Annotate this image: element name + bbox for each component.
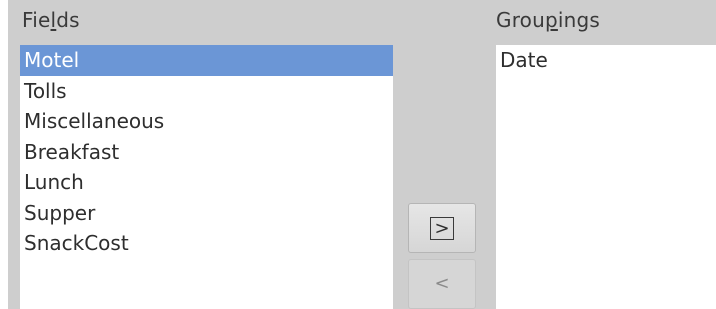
- remove-button-label: <: [434, 273, 450, 294]
- groupings-list-item[interactable]: Date: [496, 45, 716, 76]
- fields-list-item[interactable]: Tolls: [20, 76, 393, 107]
- fields-listbox[interactable]: Motel Tolls Miscellaneous Breakfast Lunc…: [20, 45, 393, 309]
- groupings-label: Groupings: [496, 8, 600, 32]
- fields-label-prefix: Fie: [22, 8, 51, 32]
- fields-list-item[interactable]: Miscellaneous: [20, 106, 393, 137]
- remove-from-groupings-button[interactable]: <: [408, 259, 476, 309]
- groupings-listbox[interactable]: Date: [496, 45, 716, 309]
- groupings-label-prefix: Grou: [496, 8, 545, 32]
- fields-list-item[interactable]: Supper: [20, 198, 393, 229]
- fields-list-item[interactable]: SnackCost: [20, 228, 393, 259]
- fields-list-item[interactable]: Breakfast: [20, 137, 393, 168]
- add-button-label: >: [430, 216, 454, 240]
- fields-list-item[interactable]: Lunch: [20, 167, 393, 198]
- fields-label: Fields: [22, 8, 80, 32]
- fields-label-suffix: ds: [56, 8, 80, 32]
- groupings-label-mnemonic: p: [545, 8, 558, 32]
- fields-list-item[interactable]: Motel: [20, 45, 393, 76]
- dialog-panel: Fields Groupings Motel Tolls Miscellaneo…: [8, 0, 716, 309]
- add-to-groupings-button[interactable]: >: [408, 203, 476, 253]
- groupings-label-suffix: ings: [557, 8, 601, 32]
